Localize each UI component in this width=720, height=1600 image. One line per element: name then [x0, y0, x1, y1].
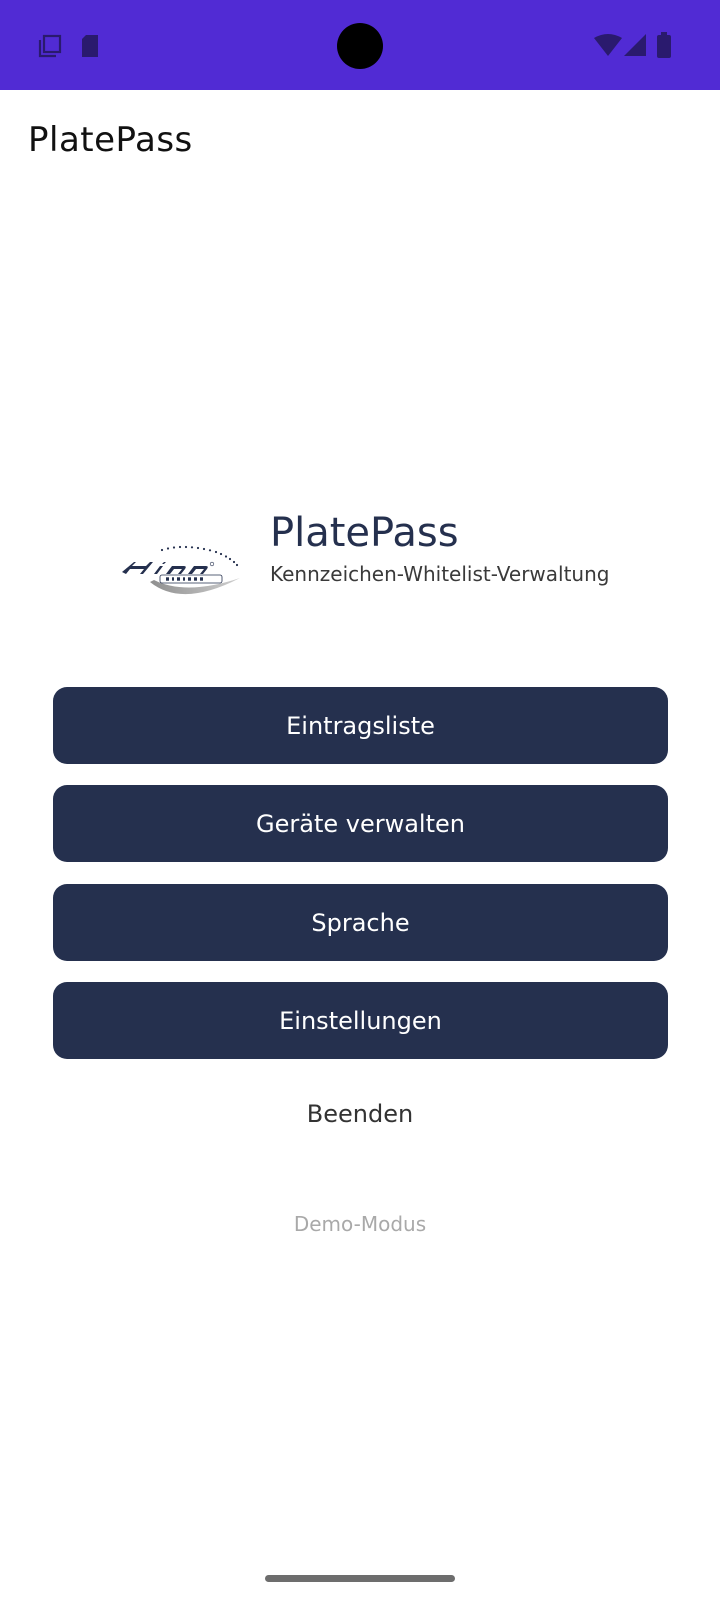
brand-header: PlatePass Kennzeichen-Whitelist-Verwaltu… — [120, 510, 640, 610]
settings-button[interactable]: Einstellungen — [53, 982, 668, 1059]
app-title: PlatePass — [28, 120, 193, 160]
brand-title: PlatePass — [270, 510, 459, 556]
home-indicator[interactable] — [265, 1575, 455, 1582]
language-button[interactable]: Sprache — [53, 884, 668, 961]
signal-icon — [624, 34, 646, 56]
sd-card-icon — [82, 35, 98, 57]
status-bar — [0, 0, 720, 90]
hinn-visions-logo — [122, 545, 240, 595]
battery-icon — [657, 32, 671, 58]
exit-button[interactable]: Beenden — [0, 1100, 720, 1128]
screenshot-icon — [38, 34, 62, 58]
entry-list-button[interactable]: Eintragsliste — [53, 687, 668, 764]
demo-mode-label: Demo-Modus — [293, 1212, 427, 1236]
manage-devices-button[interactable]: Geräte verwalten — [53, 785, 668, 862]
app-bar: PlatePass — [0, 90, 720, 190]
camera-cutout — [337, 23, 383, 69]
brand-subtitle: Kennzeichen-Whitelist-Verwaltung — [270, 562, 610, 586]
wifi-icon — [594, 34, 622, 56]
